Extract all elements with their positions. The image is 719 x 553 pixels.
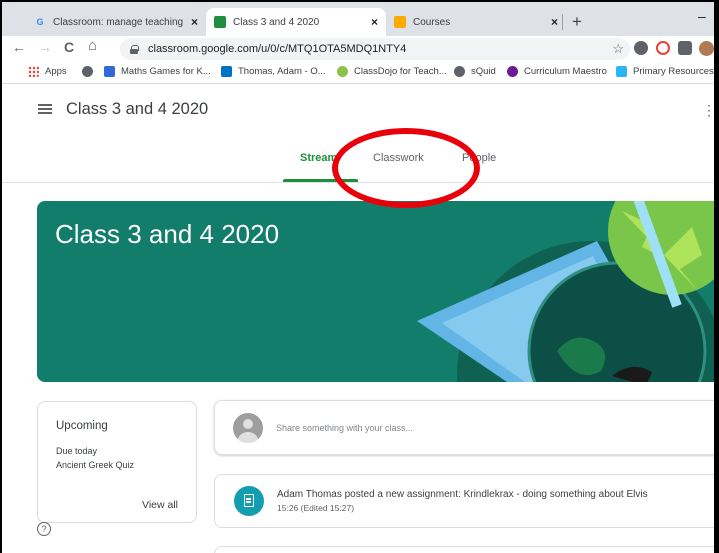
back-button[interactable]: ← xyxy=(12,39,26,55)
url-text: classroom.google.com/u/0/c/MTQ1OTA5MDQ1N… xyxy=(148,43,407,55)
post-title: Adam Thomas posted a new assignment: Kri… xyxy=(277,489,648,500)
bookmark-curriculum-maestro[interactable]: Curriculum Maestro xyxy=(507,66,607,77)
help-icon[interactable]: ? xyxy=(37,522,51,536)
forward-button[interactable]: → xyxy=(38,39,52,55)
browser-tab-class[interactable]: Class 3 and 4 2020 × xyxy=(206,8,386,36)
google-apps-icon[interactable]: ⋮ xyxy=(702,102,714,119)
share-placeholder: Share something with your class... xyxy=(276,422,414,433)
classroom-icon xyxy=(214,16,226,28)
tab-separator xyxy=(562,14,563,30)
url-bar[interactable]: classroom.google.com/u/0/c/MTQ1OTA5MDQ1N… xyxy=(120,38,630,60)
classdojo-icon xyxy=(337,66,348,77)
stream-post-next[interactable] xyxy=(214,546,714,553)
primary-resources-icon xyxy=(616,66,627,77)
bookmark-maths-games[interactable]: Maths Games for K... xyxy=(104,66,211,77)
extension-target-icon[interactable] xyxy=(656,41,670,55)
share-with-class-box[interactable]: Share something with your class... xyxy=(214,400,714,455)
bookmark-label: Primary Resources - xyxy=(633,66,714,77)
bookmark-classdojo[interactable]: ClassDojo for Teach... xyxy=(337,66,447,77)
maths-games-icon xyxy=(104,66,115,77)
bookmark-label: Maths Games for K... xyxy=(121,66,211,77)
browser-tab-courses[interactable]: Courses × xyxy=(386,8,566,36)
banner-class-title: Class 3 and 4 2020 xyxy=(55,219,280,249)
lock-icon xyxy=(130,44,139,54)
tab-title: Classroom: manage teaching and xyxy=(53,16,185,28)
profile-avatar[interactable] xyxy=(699,41,714,56)
bookmark-label: ClassDojo for Teach... xyxy=(354,66,447,77)
squid-icon xyxy=(82,66,93,77)
home-button[interactable]: ⌂ xyxy=(88,37,97,54)
bookmark-primary-resources[interactable]: Primary Resources - xyxy=(616,66,714,77)
outlook-icon xyxy=(221,66,232,77)
bookmark-squid-1[interactable] xyxy=(82,66,99,77)
new-tab-button[interactable]: + xyxy=(572,12,582,32)
browser-tab-classroom-help[interactable]: G Classroom: manage teaching and × xyxy=(26,8,206,36)
google-g-icon: G xyxy=(36,17,44,27)
minimize-window-button[interactable]: – xyxy=(698,8,706,24)
class-title[interactable]: Class 3 and 4 2020 xyxy=(66,100,208,119)
post-timestamp: 15:26 (Edited 15:27) xyxy=(277,503,355,513)
annotation-circle xyxy=(332,128,480,208)
assignment-icon xyxy=(234,486,264,516)
user-avatar xyxy=(233,412,263,443)
close-tab-icon[interactable]: × xyxy=(371,15,378,29)
bookmarks-bar: Apps Maths Games for K... Thomas, Adam -… xyxy=(2,62,714,84)
bookmark-star-icon[interactable]: ☆ xyxy=(612,41,624,57)
extension-cloud-icon[interactable] xyxy=(634,41,648,55)
bookmark-squid-2[interactable]: sQuid xyxy=(454,66,496,77)
browser-window: G Classroom: manage teaching and × Class… xyxy=(2,2,714,553)
upcoming-assignment-link[interactable]: Ancient Greek Quiz xyxy=(56,460,178,470)
class-banner: Class 3 and 4 2020 xyxy=(37,201,714,382)
bookmark-label: Curriculum Maestro xyxy=(524,66,607,77)
upcoming-card: Upcoming Due today Ancient Greek Quiz Vi… xyxy=(37,401,197,523)
apps-grid-icon xyxy=(28,66,39,77)
bookmark-outlook[interactable]: Thomas, Adam - O... xyxy=(221,66,326,77)
bookmark-label: sQuid xyxy=(471,66,496,77)
view-all-link[interactable]: View all xyxy=(142,499,178,511)
stream-post-assignment[interactable]: Adam Thomas posted a new assignment: Kri… xyxy=(214,474,714,528)
main-menu-icon[interactable] xyxy=(38,104,52,114)
address-bar-row: ← → C ⌂ classroom.google.com/u/0/c/MTQ1O… xyxy=(2,36,714,62)
tab-title: Class 3 and 4 2020 xyxy=(233,16,320,28)
curriculum-maestro-icon xyxy=(507,66,518,77)
reload-button[interactable]: C xyxy=(64,39,74,55)
tab-title: Courses xyxy=(413,16,451,28)
close-tab-icon[interactable]: × xyxy=(191,15,198,29)
courses-icon xyxy=(394,16,406,28)
tab-strip: G Classroom: manage teaching and × Class… xyxy=(2,2,714,36)
upcoming-due-label: Due today xyxy=(56,446,98,456)
close-tab-icon[interactable]: × xyxy=(551,15,558,29)
squid-icon xyxy=(454,66,465,77)
extensions-puzzle-icon[interactable] xyxy=(678,41,692,55)
bookmark-label: Thomas, Adam - O... xyxy=(238,66,326,77)
bookmark-label: Apps xyxy=(45,66,67,77)
bookmark-apps[interactable]: Apps xyxy=(28,66,67,77)
upcoming-title: Upcoming xyxy=(56,420,108,432)
